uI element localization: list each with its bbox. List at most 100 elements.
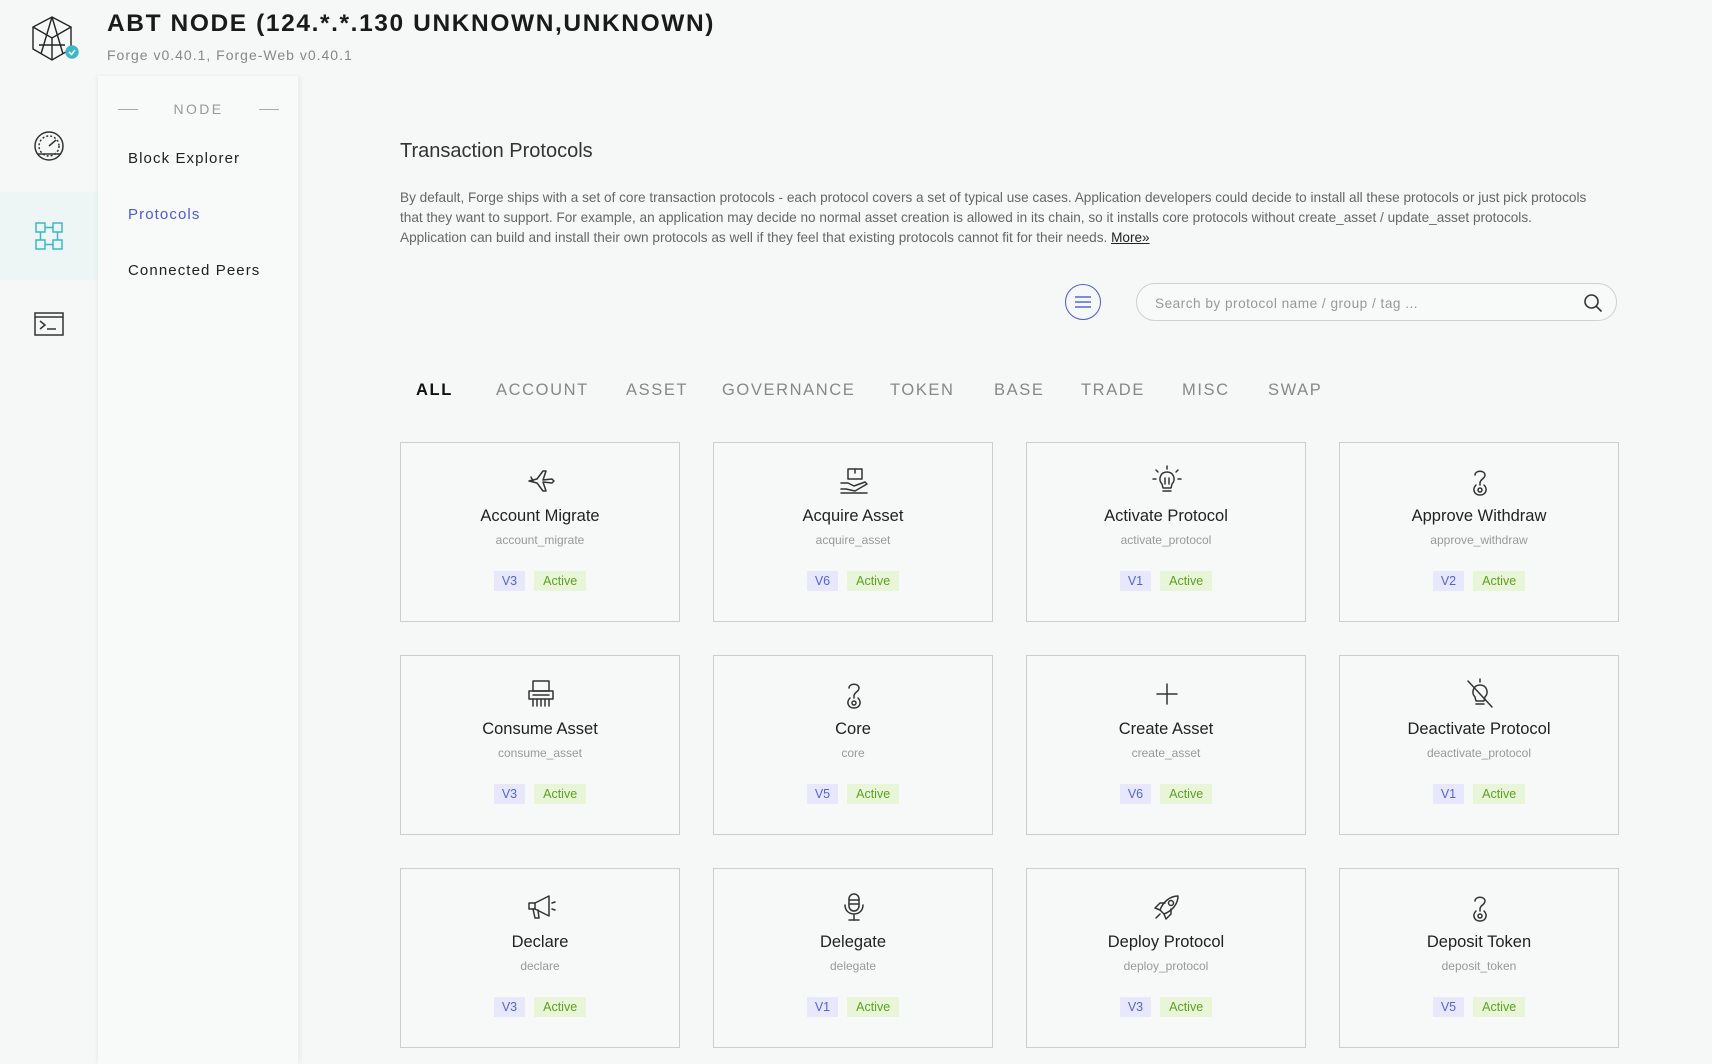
tab-all[interactable]: ALL xyxy=(416,381,453,400)
protocol-card[interactable]: Activate Protocol activate_protocol V1 Acti… xyxy=(1026,442,1306,622)
protocol-badges: V6 Active xyxy=(714,571,992,591)
protocol-slug: delegate xyxy=(829,959,877,973)
tab-asset[interactable]: ASSET xyxy=(626,381,688,400)
lightbulb-off-icon xyxy=(1464,678,1496,710)
app-version: Forge v0.40.1, Forge-Web v0.40.1 xyxy=(107,47,353,63)
protocol-name: Create Asset xyxy=(1118,720,1214,738)
protocol-slug: deploy_protocol xyxy=(1123,959,1209,973)
status-badge: Active xyxy=(534,997,587,1017)
status-badge: Active xyxy=(847,784,900,804)
protocol-badges: V1 Active xyxy=(1340,784,1618,804)
protocol-name: Delegate xyxy=(819,933,887,951)
page-description: By default, Forge ships with a set of co… xyxy=(400,188,1598,248)
status-badge: Active xyxy=(847,997,900,1017)
protocol-badges: V1 Active xyxy=(714,997,992,1017)
version-badge: V1 xyxy=(806,997,839,1017)
protocol-slug: declare xyxy=(520,959,560,973)
protocol-card[interactable]: Approve Withdraw approve_withdraw V2 Active xyxy=(1339,442,1619,622)
version-badge: V3 xyxy=(493,784,526,804)
microphone-icon xyxy=(838,891,870,923)
protocol-name: Acquire Asset xyxy=(802,507,904,525)
status-badge: Active xyxy=(534,784,587,804)
status-badge: Active xyxy=(1160,997,1213,1017)
protocol-name: Declare xyxy=(511,933,569,951)
protocol-name: Consume Asset xyxy=(482,720,598,738)
protocol-card[interactable]: Deposit Token deposit_token V5 Active xyxy=(1339,868,1619,1048)
protocol-badges: V3 Active xyxy=(401,784,679,804)
search-box xyxy=(1136,283,1617,321)
description-text: By default, Forge ships with a set of co… xyxy=(400,190,1587,245)
status-badge: Active xyxy=(1160,571,1213,591)
protocol-name: Core xyxy=(835,720,871,738)
protocol-name: Approve Withdraw xyxy=(1411,507,1547,525)
status-badge: Active xyxy=(1473,571,1526,591)
protocol-badges: V5 Active xyxy=(714,784,992,804)
protocol-card[interactable]: Acquire Asset acquire_asset V6 Active xyxy=(713,442,993,622)
hand-package-icon xyxy=(838,465,870,497)
icon-rail xyxy=(0,76,98,1064)
protocol-slug: core xyxy=(841,746,865,760)
version-badge: V6 xyxy=(806,571,839,591)
section-nav: NODE Block Explorer Protocols Connected … xyxy=(98,76,299,1064)
status-badge: Active xyxy=(534,571,587,591)
tab-account[interactable]: ACCOUNT xyxy=(496,381,589,400)
plus-icon xyxy=(1151,678,1183,710)
search-icon[interactable] xyxy=(1583,293,1603,313)
nav-connected-peers[interactable]: Connected Peers xyxy=(128,262,260,279)
protocol-slug: account_migrate xyxy=(495,533,585,547)
logo-icon[interactable] xyxy=(30,15,80,63)
rocket-icon xyxy=(1151,891,1183,923)
version-badge: V2 xyxy=(1432,571,1465,591)
protocol-card[interactable]: Delegate delegate V1 Active xyxy=(713,868,993,1048)
protocol-slug: create_asset xyxy=(1131,746,1201,760)
shredder-icon xyxy=(525,678,557,710)
status-badge: Active xyxy=(1473,784,1526,804)
protocol-badges: V3 Active xyxy=(1027,997,1305,1017)
version-badge: V5 xyxy=(1432,997,1465,1017)
protocol-card[interactable]: Declare declare V3 Active xyxy=(400,868,680,1048)
rail-node[interactable] xyxy=(0,192,98,280)
rail-dashboard[interactable] xyxy=(0,102,98,190)
nav-block-explorer[interactable]: Block Explorer xyxy=(128,150,240,167)
version-badge: V1 xyxy=(1432,784,1465,804)
protocol-card[interactable]: Deactivate Protocol deactivate_protocol V1… xyxy=(1339,655,1619,835)
list-view-toggle[interactable] xyxy=(1065,284,1101,320)
protocol-name: Activate Protocol xyxy=(1104,507,1228,525)
status-badge: Active xyxy=(847,571,900,591)
tab-trade[interactable]: TRADE xyxy=(1081,381,1145,400)
protocol-slug: consume_asset xyxy=(497,746,583,760)
protocol-slug: deposit_token xyxy=(1441,959,1517,973)
tab-base[interactable]: BASE xyxy=(994,381,1044,400)
protocol-card[interactable]: Create Asset create_asset V6 Active xyxy=(1026,655,1306,835)
protocol-card[interactable]: Consume Asset consume_asset V3 Active xyxy=(400,655,680,835)
tab-governance[interactable]: GOVERNANCE xyxy=(722,381,855,400)
question-icon xyxy=(1464,465,1496,497)
lightbulb-icon xyxy=(1151,465,1183,497)
nav-protocols[interactable]: Protocols xyxy=(128,206,200,223)
protocol-card[interactable]: Deploy Protocol deploy_protocol V3 Active xyxy=(1026,868,1306,1048)
section-header: NODE xyxy=(118,100,279,118)
rail-terminal[interactable] xyxy=(0,280,98,368)
tab-misc[interactable]: MISC xyxy=(1182,381,1230,400)
search-input[interactable] xyxy=(1155,293,1555,313)
protocol-slug: deactivate_protocol xyxy=(1426,746,1532,760)
more-link[interactable]: More» xyxy=(1111,230,1150,245)
protocol-name: Account Migrate xyxy=(480,507,600,525)
protocol-badges: V6 Active xyxy=(1027,784,1305,804)
protocol-name: Deploy Protocol xyxy=(1107,933,1225,951)
version-badge: V5 xyxy=(806,784,839,804)
protocol-slug: acquire_asset xyxy=(815,533,891,547)
version-badge: V1 xyxy=(1119,571,1152,591)
tab-swap[interactable]: SWAP xyxy=(1268,381,1322,400)
status-badge: Active xyxy=(1160,784,1213,804)
page-title: Transaction Protocols xyxy=(400,140,593,162)
protocol-card[interactable]: Core core V5 Active xyxy=(713,655,993,835)
protocol-name: Deposit Token xyxy=(1426,933,1532,951)
protocol-badges: V1 Active xyxy=(1027,571,1305,591)
version-badge: V3 xyxy=(1119,997,1152,1017)
menu-lines-icon xyxy=(1075,296,1091,308)
protocol-slug: activate_protocol xyxy=(1120,533,1212,547)
protocol-card[interactable]: Account Migrate account_migrate V3 Active xyxy=(400,442,680,622)
megaphone-icon xyxy=(525,891,557,923)
tab-token[interactable]: TOKEN xyxy=(890,381,955,400)
